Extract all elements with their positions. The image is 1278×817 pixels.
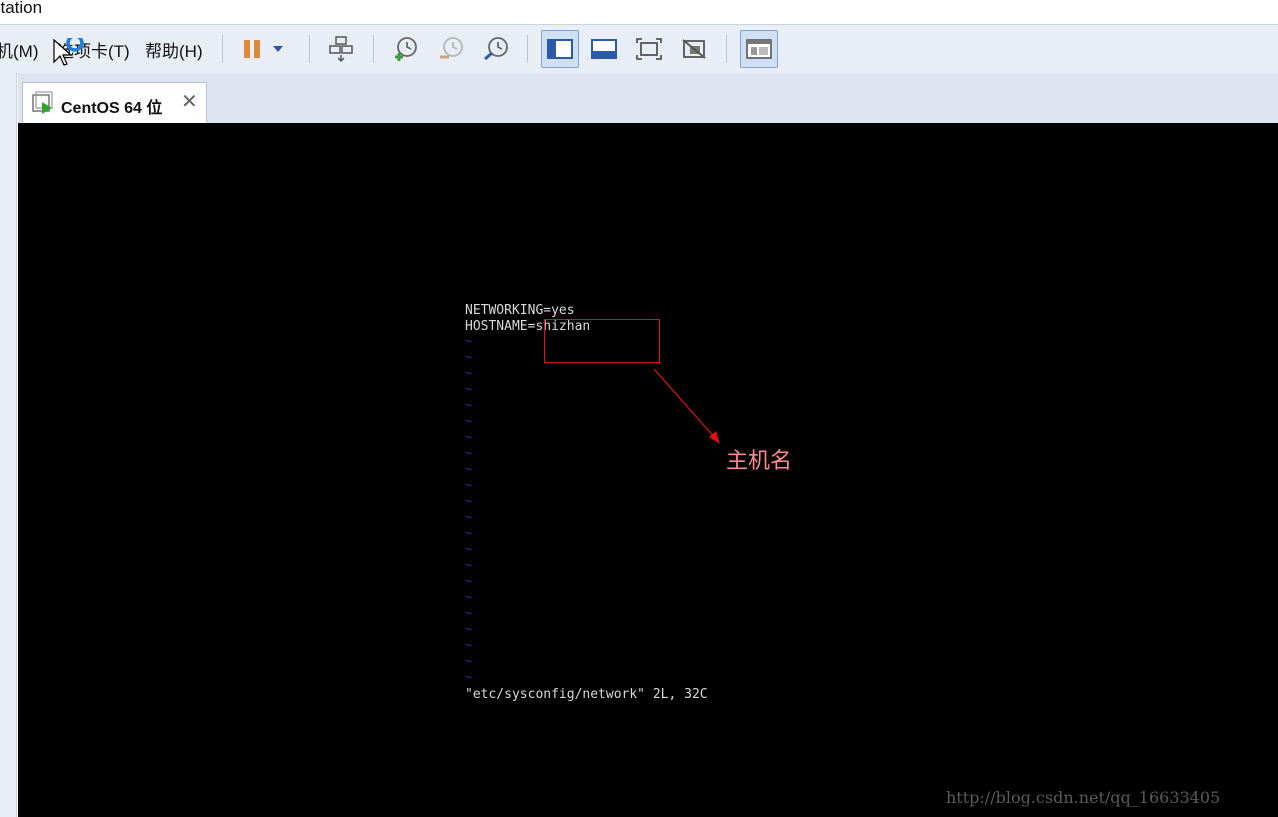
send-ctrl-alt-del-button[interactable] [325, 33, 357, 65]
annotation-arrow [653, 368, 720, 444]
vm-running-icon [31, 91, 55, 119]
terminal-line: NETWORKING=yes [465, 303, 575, 318]
library-panel-edge [0, 73, 17, 817]
toolbar-separator [726, 35, 727, 63]
vim-tilde: ~ [465, 430, 473, 444]
pause-button[interactable] [236, 33, 268, 65]
vim-tilde: ~ [465, 654, 473, 668]
toolbar-separator [373, 35, 374, 63]
send-ctrl-alt-del-icon [329, 36, 353, 63]
vim-status-line: "etc/sysconfig/network" 2L, 32C [465, 687, 708, 702]
highlight-box [544, 319, 660, 363]
power-dropdown-button[interactable] [268, 33, 288, 65]
vim-tilde: ~ [465, 382, 473, 396]
toolbar-separator [527, 35, 528, 63]
tab-centos[interactable]: CentOS 64 位 ✕ [22, 82, 207, 124]
library-view-button[interactable] [740, 30, 778, 68]
vim-tilde: ~ [465, 542, 473, 556]
console-view-button[interactable] [541, 30, 579, 68]
thumbnail-bar-button[interactable] [588, 33, 620, 65]
vim-tilde: ~ [465, 526, 473, 540]
console-view-icon [547, 39, 573, 59]
pause-icon [244, 40, 260, 58]
vim-tilde: ~ [465, 670, 473, 684]
vim-tilde: ~ [465, 590, 473, 604]
close-icon[interactable]: ✕ [181, 89, 198, 113]
vim-tilde: ~ [465, 478, 473, 492]
tab-label: CentOS 64 位 [61, 100, 163, 117]
vm-console[interactable]: NETWORKING=yes HOSTNAME=shizhan ~ ~ ~ ~ … [18, 123, 1278, 817]
vim-tilde: ~ [465, 494, 473, 508]
fullscreen-icon [636, 38, 662, 60]
vim-tilde: ~ [465, 606, 473, 620]
watermark: http://blog.csdn.net/qq_16633405 [946, 788, 1221, 807]
tab-bar: CentOS 64 位 ✕ [18, 73, 1278, 124]
fullscreen-button[interactable] [633, 33, 665, 65]
menu-help[interactable]: 帮助(H) [145, 37, 203, 62]
snapshot-icon [395, 37, 417, 61]
take-snapshot-button[interactable] [389, 33, 421, 65]
unity-icon [682, 39, 706, 59]
vim-tilde: ~ [465, 398, 473, 412]
vim-tilde: ~ [465, 558, 473, 572]
mouse-cursor [52, 34, 88, 72]
unity-button[interactable] [678, 33, 710, 65]
vim-tilde: ~ [465, 334, 473, 348]
busy-cursor-icon [53, 34, 84, 66]
vim-tilde: ~ [465, 366, 473, 380]
revert-snapshot-icon [440, 37, 463, 59]
vim-tilde: ~ [465, 622, 473, 636]
annotation-label: 主机名 [726, 449, 793, 474]
vim-tilde: ~ [465, 446, 473, 460]
menu-vm[interactable]: 机(M) [0, 37, 38, 62]
thumbnail-bar-icon [591, 39, 617, 59]
window-title: station [0, 0, 43, 17]
title-bar: station [0, 0, 1278, 24]
snapshot-manager-button[interactable] [480, 33, 512, 65]
vim-tilde: ~ [465, 574, 473, 588]
snapshot-manager-icon [484, 37, 508, 61]
toolbar-separator [309, 35, 310, 63]
vim-tilde: ~ [465, 510, 473, 524]
toolbar-separator [222, 35, 223, 63]
vim-tilde: ~ [465, 350, 473, 364]
toolbar: 机(M) 选项卡(T) 帮助(H) [0, 24, 1278, 74]
library-view-icon [746, 39, 772, 59]
dropdown-arrow-icon [273, 46, 283, 52]
revert-snapshot-button[interactable] [435, 33, 467, 65]
vim-tilde: ~ [465, 638, 473, 652]
vim-tilde: ~ [465, 462, 473, 476]
vim-tilde: ~ [465, 414, 473, 428]
